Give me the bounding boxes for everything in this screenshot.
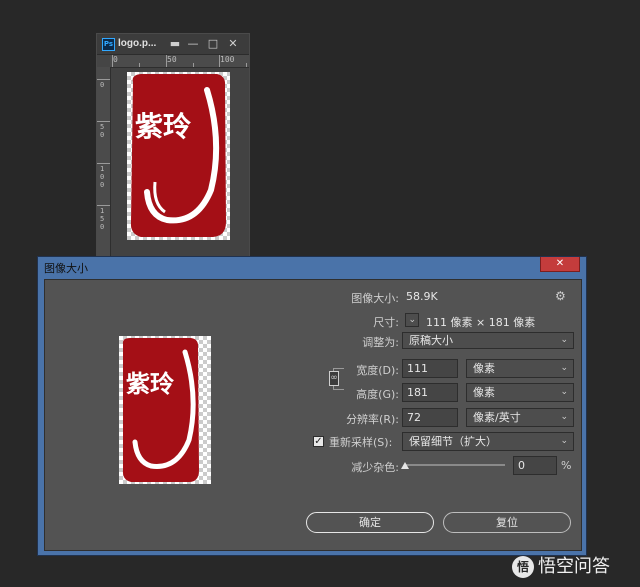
document-title: logo.p... <box>118 38 157 49</box>
resolution-unit-value: 像素/英寸 <box>473 411 521 424</box>
reset-button[interactable]: 复位 <box>443 512 571 533</box>
dialog-body: 紫玲 图像大小: 58.9K ⚙ 尺寸: ⌄ 111 像素 × 181 像素 调… <box>44 279 582 551</box>
ruler-label: 100 <box>100 165 105 189</box>
ruler-tick <box>112 55 113 67</box>
panel-menu-button[interactable]: ▬ <box>165 36 185 51</box>
ruler-label: 100 <box>220 55 235 64</box>
document-canvas[interactable]: 紫玲 <box>111 68 249 256</box>
watermark-logo-icon: 悟 <box>512 556 534 578</box>
photoshop-icon: Ps <box>102 38 115 51</box>
seal-artwork: 紫玲 <box>130 74 226 237</box>
preview-artwork: 紫玲 <box>122 338 199 482</box>
height-unit-value: 像素 <box>473 386 495 399</box>
height-label: 高度(G): <box>356 388 399 401</box>
chevron-down-icon: ⌄ <box>560 436 568 446</box>
chevron-down-icon: ⌄ <box>560 335 568 345</box>
fit-to-value: 原稿大小 <box>409 334 453 347</box>
image-size-label: 图像大小: <box>351 292 399 305</box>
width-label: 宽度(D): <box>356 364 399 377</box>
reduce-noise-slider[interactable] <box>405 464 505 466</box>
vertical-ruler[interactable]: 0 50 100 150 <box>97 67 111 256</box>
reduce-noise-label: 减少杂色: <box>351 461 399 474</box>
resample-checkbox[interactable]: ✓ <box>313 436 324 447</box>
ruler-tick <box>97 121 110 122</box>
dialog-close-button[interactable]: ✕ <box>540 257 580 272</box>
seal-text: 紫玲 <box>135 110 191 143</box>
resample-method-value: 保留细节（扩大） <box>409 435 497 448</box>
resample-label: 重新采样(S): <box>329 436 393 449</box>
ruler-tick <box>97 163 110 164</box>
document-titlebar[interactable]: Ps logo.p... ▬ — □ ✕ <box>97 34 249 55</box>
ruler-corner[interactable] <box>97 55 110 67</box>
image-preview[interactable]: 紫玲 <box>119 336 211 484</box>
ok-button[interactable]: 确定 <box>306 512 434 533</box>
fit-to-select[interactable]: 原稿大小 ⌄ <box>402 332 574 349</box>
link-icon[interactable]: ∞ <box>329 371 339 386</box>
ruler-tick <box>193 63 194 67</box>
maximize-button[interactable]: □ <box>203 36 223 51</box>
ruler-tick <box>219 55 220 67</box>
gear-icon[interactable]: ⚙ <box>555 289 566 303</box>
image-size-value: 58.9K <box>406 290 438 303</box>
ruler-label: 0 <box>113 55 118 64</box>
ruler-tick <box>97 205 110 206</box>
height-unit-select[interactable]: 像素 ⌄ <box>466 383 574 402</box>
chevron-down-icon: ⌄ <box>560 387 568 397</box>
document-window[interactable]: Ps logo.p... ▬ — □ ✕ 0 50 100 0 50 100 1… <box>96 33 250 257</box>
minimize-button[interactable]: — <box>183 36 203 51</box>
chevron-down-icon: ⌄ <box>408 315 416 325</box>
width-unit-value: 像素 <box>473 362 495 375</box>
width-input[interactable]: 111 <box>402 359 458 378</box>
resolution-input[interactable]: 72 <box>402 408 458 427</box>
ruler-label: 50 <box>167 55 177 64</box>
image-size-dialog[interactable]: 图像大小 ✕ 紫玲 图像大小: 58.9K ⚙ 尺寸: ⌄ 111 像素 × 1… <box>37 256 587 556</box>
dimensions-value: 111 像素 × 181 像素 <box>426 316 536 329</box>
resolution-label: 分辨率(R): <box>346 413 399 426</box>
resolution-unit-select[interactable]: 像素/英寸 ⌄ <box>466 408 574 427</box>
width-unit-select[interactable]: 像素 ⌄ <box>466 359 574 378</box>
reduce-noise-input[interactable]: 0 <box>513 456 557 475</box>
reduce-noise-slider-thumb[interactable] <box>401 462 409 469</box>
height-input[interactable]: 181 <box>402 383 458 402</box>
ruler-tick <box>246 63 247 67</box>
preview-seal-text: 紫玲 <box>126 370 175 398</box>
dialog-title: 图像大小 <box>44 262 88 275</box>
watermark-text: 悟空问答 <box>538 556 610 577</box>
chevron-down-icon: ⌄ <box>560 412 568 422</box>
logo-image: 紫玲 <box>127 72 230 240</box>
horizontal-ruler[interactable]: 0 50 100 <box>110 55 249 68</box>
ruler-label: 150 <box>100 207 105 231</box>
close-button[interactable]: ✕ <box>223 36 243 51</box>
ruler-tick <box>166 55 167 67</box>
resample-method-select[interactable]: 保留细节（扩大） ⌄ <box>402 432 574 451</box>
ruler-label: 50 <box>100 123 105 139</box>
dimensions-label: 尺寸: <box>373 316 399 329</box>
dimensions-units-dropdown[interactable]: ⌄ <box>405 313 419 327</box>
ruler-tick <box>139 63 140 67</box>
fit-to-label: 调整为: <box>362 336 399 349</box>
chevron-down-icon: ⌄ <box>560 363 568 373</box>
reduce-noise-unit: % <box>561 459 572 472</box>
ruler-label: 0 <box>100 81 105 89</box>
ruler-tick <box>97 79 110 80</box>
